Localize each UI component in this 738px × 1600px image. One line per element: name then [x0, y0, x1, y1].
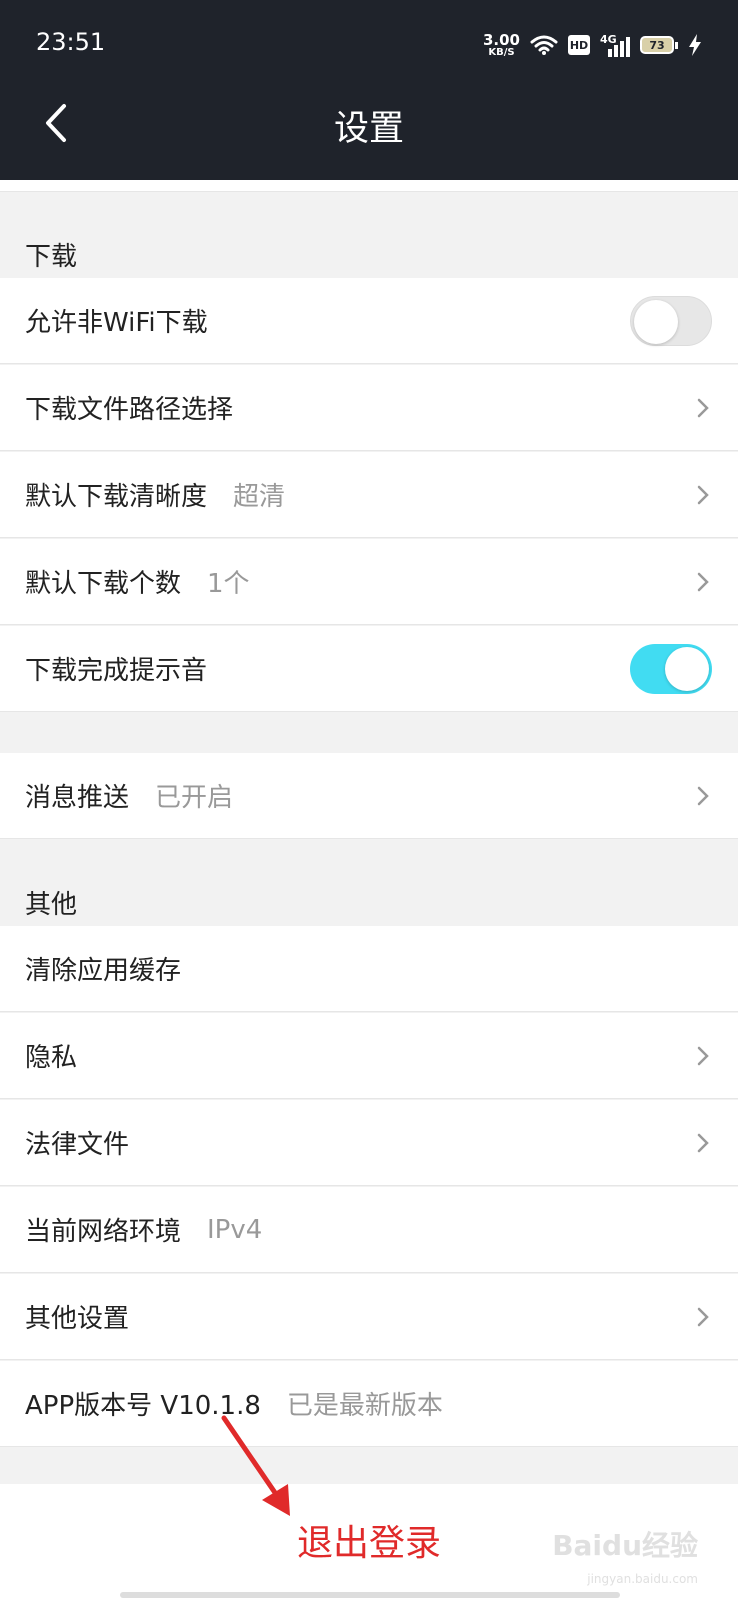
- row-privacy[interactable]: 隐私: [0, 1013, 738, 1099]
- watermark: Baidu经验: [552, 1529, 698, 1562]
- speed-value: 3.00: [482, 30, 520, 49]
- status-time: 23:51: [36, 28, 106, 56]
- row-label: 默认下载个数: [25, 569, 182, 599]
- wifi-icon: [530, 35, 558, 55]
- completion-sound-toggle[interactable]: [630, 644, 712, 694]
- row-label: 默认下载清晰度: [25, 482, 208, 512]
- row-label: 下载完成提示音: [25, 656, 208, 686]
- chevron-right-icon: [697, 398, 709, 418]
- row-value: 超清: [233, 482, 286, 512]
- chevron-right-icon: [697, 1046, 709, 1066]
- row-value: 已开启: [155, 783, 234, 813]
- row-label: 其他设置: [25, 1304, 130, 1334]
- row-default-count[interactable]: 默认下载个数 1个: [0, 539, 738, 625]
- row-label: 允许非WiFi下载: [25, 308, 208, 338]
- row-network-env: 当前网络环境 IPv4: [0, 1187, 738, 1273]
- row-label: 法律文件: [25, 1130, 130, 1160]
- app-header: 23:51 3.00 KB/S HD 4G 73 设置: [0, 0, 738, 180]
- row-label: 隐私: [25, 1043, 78, 1073]
- annotation-arrow-icon: [221, 1415, 290, 1516]
- row-legal-docs[interactable]: 法律文件: [0, 1100, 738, 1186]
- allow-non-wifi-toggle[interactable]: [630, 296, 712, 346]
- row-label: 消息推送: [25, 783, 130, 813]
- row-value: 1个: [207, 569, 250, 599]
- charging-icon: [689, 34, 701, 56]
- row-other-settings[interactable]: 其他设置: [0, 1274, 738, 1360]
- network-speed: 3.00 KB/S: [482, 30, 520, 58]
- row-default-quality[interactable]: 默认下载清晰度 超清: [0, 452, 738, 538]
- chevron-right-icon: [697, 485, 709, 505]
- section-title-other: 其他: [25, 890, 78, 920]
- speed-unit: KB/S: [488, 46, 515, 58]
- row-clear-cache[interactable]: 清除应用缓存: [0, 926, 738, 1012]
- row-message-push[interactable]: 消息推送 已开启: [0, 753, 738, 839]
- row-label: 下载文件路径选择: [25, 395, 234, 425]
- page-title: 设置: [333, 109, 404, 149]
- battery-level: 73: [640, 36, 674, 54]
- row-download-path[interactable]: 下载文件路径选择: [0, 365, 738, 451]
- row-value: IPv4: [207, 1214, 263, 1245]
- chevron-right-icon: [697, 786, 709, 806]
- row-label: 当前网络环境: [25, 1217, 182, 1247]
- row-allow-non-wifi[interactable]: 允许非WiFi下载: [0, 278, 738, 364]
- hd-badge: HD: [568, 35, 590, 55]
- chevron-right-icon: [697, 1307, 709, 1327]
- row-label: 清除应用缓存: [25, 956, 182, 986]
- status-icons: 3.00 KB/S HD 4G 73: [483, 28, 702, 62]
- home-indicator: [120, 1592, 620, 1598]
- section-title-download: 下载: [25, 242, 78, 272]
- battery-icon: 73: [640, 36, 678, 54]
- cellular-signal-icon: 4G: [600, 33, 630, 57]
- row-app-version[interactable]: APP版本号 V10.1.8 已是最新版本: [0, 1361, 738, 1447]
- top-divider-strip: [0, 180, 738, 192]
- watermark-sub: jingyan.baidu.com: [587, 1572, 698, 1586]
- row-completion-sound[interactable]: 下载完成提示音: [0, 626, 738, 712]
- chevron-right-icon: [697, 572, 709, 592]
- chevron-right-icon: [697, 1133, 709, 1153]
- row-value: 已是最新版本: [286, 1391, 443, 1421]
